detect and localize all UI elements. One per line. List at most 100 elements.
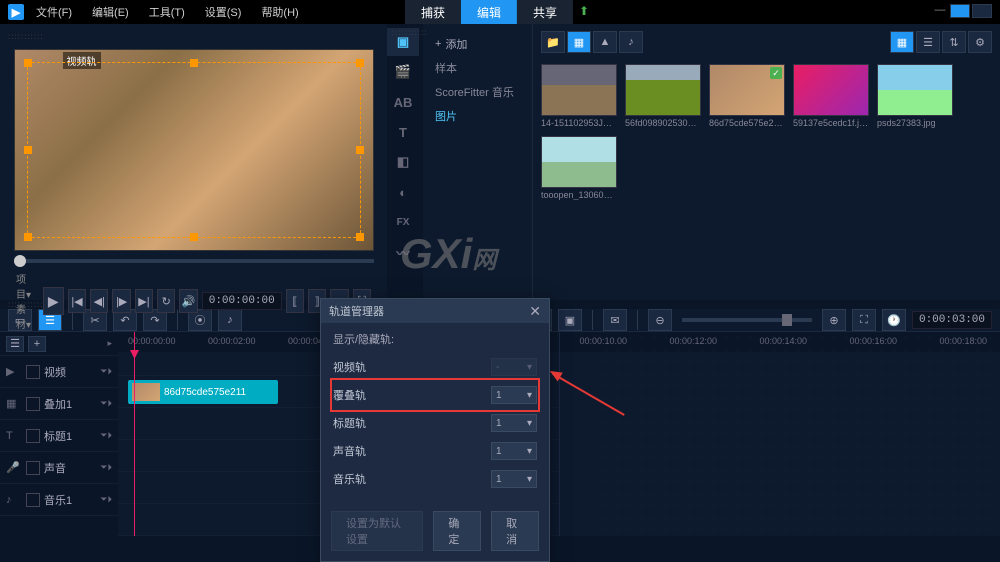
project-label[interactable]: 项目▾ <box>16 271 35 301</box>
track-head-audio[interactable]: 🎤 声音 ⏷⏵ <box>0 452 118 484</box>
row-audio: 声音轨 1▾ <box>333 437 537 465</box>
zoom-slider[interactable] <box>682 318 812 322</box>
zoom-in-button[interactable]: ⊕ <box>822 309 846 331</box>
view-thumb-button[interactable]: ▦ <box>890 31 914 53</box>
time-ruler-right[interactable]: 00:00:10.00 00:00:12:00 00:00:14:00 00:0… <box>560 332 1000 352</box>
drag-handle[interactable]: ::::::::::: <box>8 32 379 41</box>
visibility-toggle[interactable] <box>26 365 40 379</box>
menu-file[interactable]: 文件(F) <box>28 2 80 22</box>
dialog-close-button[interactable]: ✕ <box>529 303 541 320</box>
filter-tab-icon[interactable]: ◐ <box>387 178 419 206</box>
track-head-video[interactable]: ▶ 视频 ⏷⏵ <box>0 356 118 388</box>
path-tab-icon[interactable]: 〰 <box>387 238 419 266</box>
music-icon: ♪ <box>6 494 22 506</box>
library-sidebar: ▣ 🎬 AB T ◧ ◐ FX 〰 <box>387 24 423 300</box>
thumb-item[interactable]: 14-151102953JR.jpg <box>541 64 617 128</box>
story-view-button[interactable] <box>950 4 970 18</box>
sort-button[interactable]: ⇅ <box>942 31 966 53</box>
reset-button[interactable]: 设置为默认设置 <box>331 511 423 551</box>
tab-edit[interactable]: 编辑 <box>461 0 517 24</box>
thumb-item[interactable]: psds27383.jpg <box>877 64 953 128</box>
tab-capture[interactable]: 捕获 <box>405 0 461 24</box>
title-dropdown[interactable]: 1▾ <box>491 414 537 432</box>
view-list-button[interactable]: ☰ <box>916 31 940 53</box>
goto-start-button[interactable]: |◀ <box>68 289 86 313</box>
menu-settings[interactable]: 设置(S) <box>197 2 250 22</box>
track-head-music[interactable]: ♪ 音乐1 ⏷⏵ <box>0 484 118 516</box>
tree-images[interactable]: 图片 <box>427 104 528 128</box>
check-icon: ✓ <box>770 67 782 79</box>
filter-audio-button[interactable]: ♪ <box>619 31 643 53</box>
menu-tools[interactable]: 工具(T) <box>141 2 193 22</box>
tracks-content-right[interactable]: 00:00:10.00 00:00:12:00 00:00:14:00 00:0… <box>560 332 1000 536</box>
material-label[interactable]: 素材▾ <box>16 301 35 331</box>
row-video: 视频轨 -▾ <box>333 353 537 381</box>
scrubber-playhead[interactable] <box>14 255 26 267</box>
preview-canvas[interactable]: 视频轨 <box>14 49 374 251</box>
drag-handle-lib[interactable]: ::::::::::: <box>392 28 427 37</box>
thumb-item[interactable]: 56fd09890253096996... <box>625 64 701 128</box>
track-add-icon[interactable]: + <box>28 336 46 352</box>
minimize-button[interactable]: — <box>932 2 948 18</box>
crop-frame[interactable] <box>27 62 361 238</box>
video-clip[interactable]: 86d75cde575e211 <box>128 380 278 404</box>
thumb-item[interactable]: ✓86d75cde575e211d5... <box>709 64 785 128</box>
timeline-view-button[interactable] <box>972 4 992 18</box>
title-tab-icon[interactable]: T <box>387 118 419 146</box>
fx-tab-icon[interactable]: FX <box>387 208 419 236</box>
track-head-overlay[interactable]: ▦ 叠加1 ⏷⏵ <box>0 388 118 420</box>
overlay-dropdown[interactable]: 1▾ <box>491 386 537 404</box>
settings-button[interactable]: ⚙ <box>968 31 992 53</box>
audio-tab-icon[interactable]: 🎬 <box>387 58 419 86</box>
playhead-line[interactable] <box>134 332 135 536</box>
app-logo: ▶ <box>8 4 24 20</box>
dialog-titlebar[interactable]: 轨道管理器 ✕ <box>321 299 549 323</box>
zoom-timecode[interactable]: 0:00:03:00 <box>912 311 992 329</box>
row-title: 标题轨 1▾ <box>333 409 537 437</box>
upload-icon[interactable]: ⬆ <box>573 0 595 24</box>
transition-tab-icon[interactable]: AB <box>387 88 419 116</box>
menu-help[interactable]: 帮助(H) <box>253 2 306 22</box>
prev-frame-button[interactable]: ◀| <box>90 289 108 313</box>
fit-button[interactable]: ⛶ <box>852 309 876 331</box>
timecode-display[interactable]: 0:00:00:00 <box>202 292 282 310</box>
show-hide-label: 显示/隐藏轨: <box>333 331 537 347</box>
loop-button[interactable]: ↻ <box>157 289 175 313</box>
track-head-title[interactable]: T 标题1 ⏷⏵ <box>0 420 118 452</box>
tree-sample[interactable]: 样本 <box>427 56 528 80</box>
thumb-item[interactable]: 59137e5cedc1f.jpg <box>793 64 869 128</box>
tree-scorefitter[interactable]: ScoreFitter 音乐 <box>427 80 528 104</box>
music-dropdown[interactable]: 1▾ <box>491 470 537 488</box>
visibility-toggle[interactable] <box>26 493 40 507</box>
clip-thumbnail <box>132 383 160 401</box>
collapse-icon[interactable]: ▸ <box>107 338 112 349</box>
filter-image-button[interactable]: ▲ <box>593 31 617 53</box>
graphics-tab-icon[interactable]: ◧ <box>387 148 419 176</box>
track-menu-icon[interactable]: ☰ <box>6 336 24 352</box>
audio-dropdown[interactable]: 1▾ <box>491 442 537 460</box>
marker-button[interactable]: ▣ <box>558 309 582 331</box>
zoom-out-button[interactable]: ⊖ <box>648 309 672 331</box>
visibility-toggle[interactable] <box>26 397 40 411</box>
goto-end-button[interactable]: ▶| <box>135 289 153 313</box>
tree-add[interactable]: +添加 <box>427 32 528 56</box>
video-icon: ▶ <box>6 365 22 378</box>
next-frame-button[interactable]: |▶ <box>112 289 130 313</box>
filter-all-button[interactable]: ▦ <box>567 31 591 53</box>
folder-button[interactable]: 📁 <box>541 31 565 53</box>
ok-button[interactable]: 确定 <box>433 511 481 551</box>
volume-button[interactable]: 🔊 <box>179 289 197 313</box>
preview-scrubber[interactable] <box>14 259 374 263</box>
plus-icon: + <box>435 38 441 50</box>
library-panel: ::::::::::: ▣ 🎬 AB T ◧ ◐ FX 〰 +添加 样本 Sco… <box>387 24 1000 300</box>
mark-in-button[interactable]: ⟦ <box>286 289 304 313</box>
play-button[interactable]: ▶ <box>43 287 64 315</box>
visibility-toggle[interactable] <box>26 461 40 475</box>
thumb-item[interactable]: tooopen_13060231.jpg <box>541 136 617 200</box>
menu-edit[interactable]: 编辑(E) <box>84 2 137 22</box>
tab-share[interactable]: 共享 <box>517 0 573 24</box>
cancel-button[interactable]: 取消 <box>491 511 539 551</box>
track-manager-dialog: 轨道管理器 ✕ 显示/隐藏轨: 视频轨 -▾ 覆叠轨 1▾ 标题轨 1▾ 声音轨… <box>320 298 550 562</box>
visibility-toggle[interactable] <box>26 429 40 443</box>
effects-button[interactable]: ✉ <box>603 309 627 331</box>
